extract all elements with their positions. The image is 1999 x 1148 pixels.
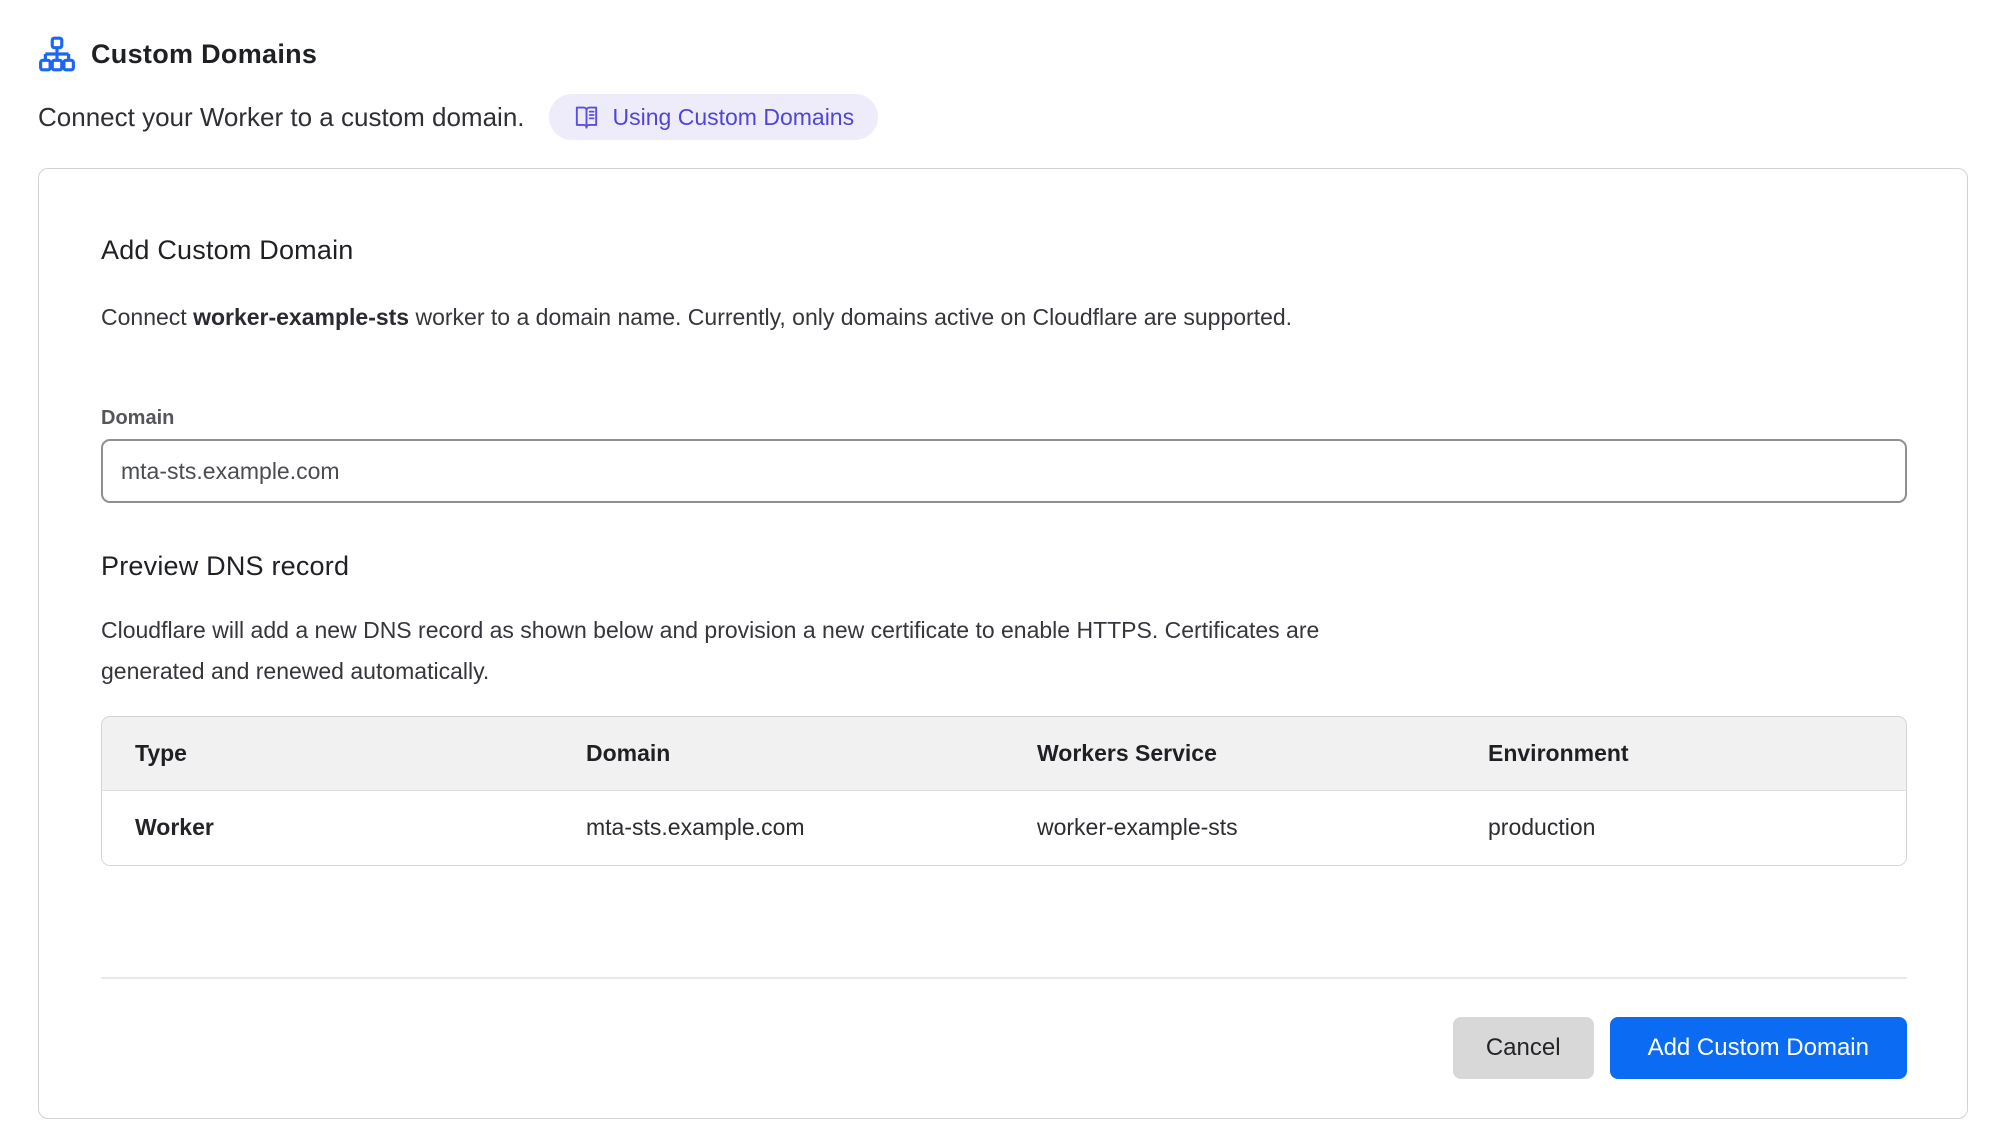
preview-dns-description: Cloudflare will add a new DNS record as …	[101, 610, 1907, 692]
page-subtitle: Connect your Worker to a custom domain.	[38, 102, 525, 133]
card-description: Connect worker-example-sts worker to a d…	[101, 302, 1907, 333]
cell-workers-service: worker-example-sts	[1004, 790, 1455, 865]
cell-domain: mta-sts.example.com	[553, 790, 1004, 865]
preview-dns-description-line1: Cloudflare will add a new DNS record as …	[101, 610, 1907, 651]
column-header-type: Type	[102, 717, 553, 790]
card-heading: Add Custom Domain	[101, 235, 1907, 266]
preview-dns-heading: Preview DNS record	[101, 551, 1907, 582]
footer-divider	[101, 977, 1907, 979]
subtitle-row: Connect your Worker to a custom domain. …	[38, 94, 1999, 140]
preview-dns-description-line2: generated and renewed automatically.	[101, 651, 1907, 692]
cancel-button[interactable]: Cancel	[1453, 1017, 1594, 1079]
column-header-environment: Environment	[1455, 717, 1906, 790]
domain-input[interactable]	[101, 439, 1907, 503]
cell-environment: production	[1455, 790, 1906, 865]
page-title: Custom Domains	[91, 39, 317, 70]
dns-record-table: Type Domain Workers Service Environment …	[101, 716, 1907, 866]
description-prefix: Connect	[101, 304, 193, 330]
column-header-domain: Domain	[553, 717, 1004, 790]
domain-field-group: Domain	[101, 407, 1907, 503]
cell-type: Worker	[102, 790, 553, 865]
page-header: Custom Domains Connect your Worker to a …	[0, 0, 1999, 140]
column-header-workers-service: Workers Service	[1004, 717, 1455, 790]
add-custom-domain-card: Add Custom Domain Connect worker-example…	[38, 168, 1968, 1119]
table-header-row: Type Domain Workers Service Environment	[102, 717, 1906, 790]
description-suffix: worker to a domain name. Currently, only…	[409, 304, 1292, 330]
docs-link-badge[interactable]: Using Custom Domains	[549, 94, 879, 140]
worker-name: worker-example-sts	[193, 304, 409, 330]
dns-record-row: Worker mta-sts.example.com worker-exampl…	[102, 790, 1906, 865]
sitemap-icon	[38, 36, 76, 72]
docs-link-label: Using Custom Domains	[613, 104, 855, 131]
book-icon	[573, 104, 600, 131]
title-row: Custom Domains	[38, 34, 1999, 74]
footer-actions: Cancel Add Custom Domain	[101, 1017, 1907, 1079]
add-custom-domain-button[interactable]: Add Custom Domain	[1610, 1017, 1907, 1079]
domain-label: Domain	[101, 407, 1907, 430]
